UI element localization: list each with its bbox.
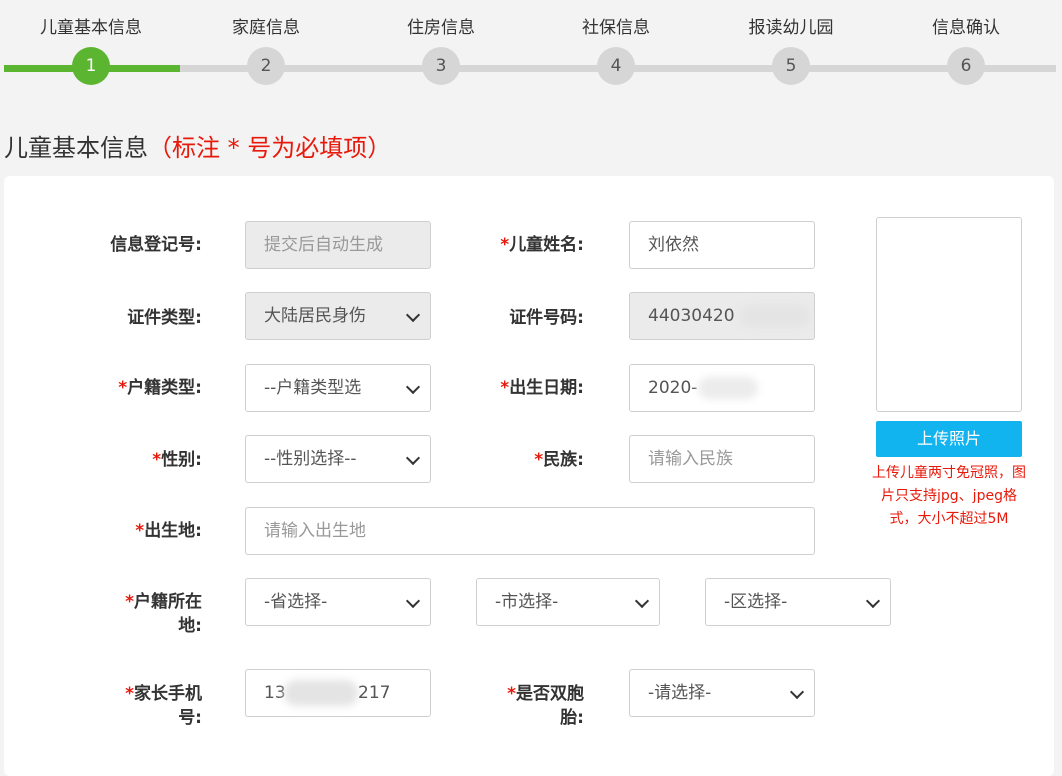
id-number-label: 证件号码: (509, 308, 584, 328)
hukou-type-select[interactable]: --户籍类型选 (245, 364, 431, 412)
section-title-text: 儿童基本信息 (4, 134, 148, 162)
photo-preview (876, 217, 1022, 412)
step-family-info[interactable]: 家庭信息 2 (196, 0, 336, 85)
step-confirm[interactable]: 信息确认 6 (896, 0, 1036, 85)
step-label: 社保信息 (582, 18, 650, 38)
step-label: 信息确认 (932, 18, 1000, 38)
step-kindergarten[interactable]: 报读幼儿园 5 (721, 0, 861, 85)
step-social-security[interactable]: 社保信息 4 (546, 0, 686, 85)
required-note: （标注 * 号为必填项） (148, 134, 392, 162)
child-name-label: *儿童姓名: (500, 235, 584, 255)
child-name-input[interactable]: 刘依然 (629, 221, 815, 269)
phone-suffix: 217 (358, 683, 391, 703)
step-label: 儿童基本信息 (40, 18, 142, 38)
birthplace-input[interactable]: 请输入出生地 (245, 507, 815, 555)
city-select[interactable]: -市选择- (476, 578, 660, 626)
parent-phone-label: *家长手机 号: (125, 684, 202, 728)
district-select[interactable]: -区选择- (705, 578, 891, 626)
form-card: 信息登记号: 提交后自动生成 *儿童姓名: 刘依然 证件类型: 大陆居民身伤 证… (4, 176, 1054, 776)
id-number-input[interactable]: 44030420 (629, 292, 815, 340)
step-number: 2 (247, 47, 285, 85)
id-type-label: 证件类型: (127, 308, 202, 328)
province-select[interactable]: -省选择- (245, 578, 431, 626)
reg-no-label: 信息登记号: (110, 235, 202, 255)
reg-no-input[interactable]: 提交后自动生成 (245, 221, 431, 269)
step-housing-info[interactable]: 住房信息 3 (371, 0, 511, 85)
hukou-location-label: *户籍所在 地: (125, 592, 202, 636)
parent-phone-input[interactable]: 13 217 (245, 669, 431, 717)
section-title: 儿童基本信息（标注 * 号为必填项） (4, 128, 391, 163)
step-child-info[interactable]: 儿童基本信息 1 (21, 0, 161, 85)
step-label: 家庭信息 (232, 18, 300, 38)
step-number: 3 (422, 47, 460, 85)
gender-label: *性别: (152, 450, 202, 470)
progress-stepper: 儿童基本信息 1 家庭信息 2 住房信息 3 社保信息 4 报读幼儿园 5 信息… (0, 0, 1062, 100)
redacted-blur (698, 377, 758, 399)
step-label: 住房信息 (407, 18, 475, 38)
redacted-blur (740, 305, 810, 327)
hukou-type-label: *户籍类型: (118, 378, 202, 398)
upload-photo-button[interactable]: 上传照片 (876, 421, 1022, 457)
twins-label: *是否双胞 胎: (507, 684, 584, 728)
twins-select[interactable]: -请选择- (629, 669, 815, 717)
ethnicity-input[interactable]: 请输入民族 (629, 435, 815, 483)
id-type-select[interactable]: 大陆居民身伤 (245, 292, 431, 340)
gender-select[interactable]: --性别选择-- (245, 435, 431, 483)
birthplace-label: *出生地: (135, 521, 202, 541)
birth-date-label: *出生日期: (500, 378, 584, 398)
upload-tip: 上传儿童两寸免冠照，图片只支持jpg、jpeg格式，大小不超过5M (872, 465, 1026, 527)
birth-date-input[interactable]: 2020- (629, 364, 815, 412)
step-label: 报读幼儿园 (748, 18, 834, 38)
redacted-blur (284, 680, 358, 706)
step-number: 6 (947, 47, 985, 85)
step-number: 5 (772, 47, 810, 85)
step-number: 4 (597, 47, 635, 85)
ethnicity-label: *民族: (534, 450, 584, 470)
step-number: 1 (72, 47, 110, 85)
